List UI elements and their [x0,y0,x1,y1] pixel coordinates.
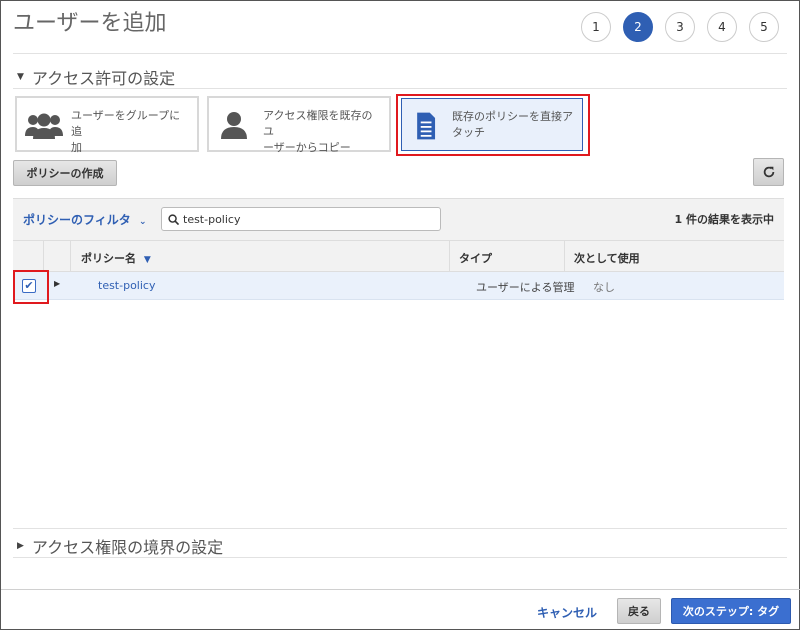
next-step-button[interactable]: 次のステップ: タグ [671,598,791,624]
column-header-type[interactable]: タイプ [459,250,492,266]
search-value: test-policy [183,212,241,226]
footer-divider [1,589,800,590]
user-icon [221,112,247,139]
divider [13,88,787,89]
step-5[interactable]: 5 [749,12,779,42]
filter-bar: ポリシーのフィルタ ⌄ test-policy 1 件の結果を表示中 [13,198,784,240]
permissions-section-header[interactable]: ▼ アクセス許可の設定 [13,65,175,89]
result-count: 1 件の結果を表示中 [674,213,774,226]
column-divider [564,241,565,273]
refresh-button[interactable] [753,158,784,186]
boundary-section-title: アクセス権限の境界の設定 [31,538,224,557]
step-3[interactable]: 3 [665,12,695,42]
step-indicator: 1 2 3 4 5 [581,12,791,42]
column-divider [43,241,44,273]
option-label: ユーザーをグループに追 加 [71,109,181,154]
policy-filter-dropdown[interactable]: ポリシーのフィルタ ⌄ [23,211,147,228]
policy-usage: なし [593,281,615,294]
divider [13,557,787,558]
cancel-button[interactable]: キャンセル [537,604,597,621]
table-header: ポリシー名 ▼ タイプ 次として使用 [13,240,784,273]
permissions-section-title: アクセス許可の設定 [31,69,176,88]
policy-name-link[interactable]: test-policy [98,279,155,292]
column-divider [70,241,71,273]
group-icon [25,113,63,139]
option-add-to-group[interactable]: ユーザーをグループに追 加 [15,96,199,154]
chevron-down-icon: ⌄ [138,217,147,227]
page-title: ユーザーを追加 [13,11,167,36]
boundary-section-header[interactable]: ▶ アクセス権限の境界の設定 [13,534,223,558]
table-row[interactable]: ✔ ▶ test-policy ユーザーによる管理 なし [13,272,784,300]
column-header-policy-name[interactable]: ポリシー名 ▼ [81,250,151,266]
column-divider [449,241,450,273]
caret-down-icon: ▼ [17,72,24,82]
expand-row-icon[interactable]: ▶ [54,279,60,288]
option-label: アクセス権限を既存のユ ーザーからコピー [263,109,373,154]
step-1[interactable]: 1 [581,12,611,42]
option-copy-from-user[interactable]: アクセス権限を既存のユ ーザーからコピー [207,96,391,154]
highlight-box [13,270,49,304]
refresh-icon [763,166,774,178]
search-input[interactable]: test-policy [161,207,441,231]
divider [13,53,787,54]
back-button[interactable]: 戻る [617,598,661,624]
policy-type: ユーザーによる管理 [476,281,575,294]
create-policy-button[interactable]: ポリシーの作成 [13,160,117,186]
dialog-frame: ユーザーを追加 1 2 3 4 5 ▼ アクセス許可の設定 ユーザーをグループに… [0,0,800,630]
step-2[interactable]: 2 [623,12,653,42]
step-4[interactable]: 4 [707,12,737,42]
sort-down-icon: ▼ [143,255,151,265]
divider [13,528,787,529]
search-icon [168,213,179,225]
highlight-box [396,94,590,156]
column-header-usage[interactable]: 次として使用 [574,250,640,266]
caret-right-icon: ▶ [17,541,24,551]
